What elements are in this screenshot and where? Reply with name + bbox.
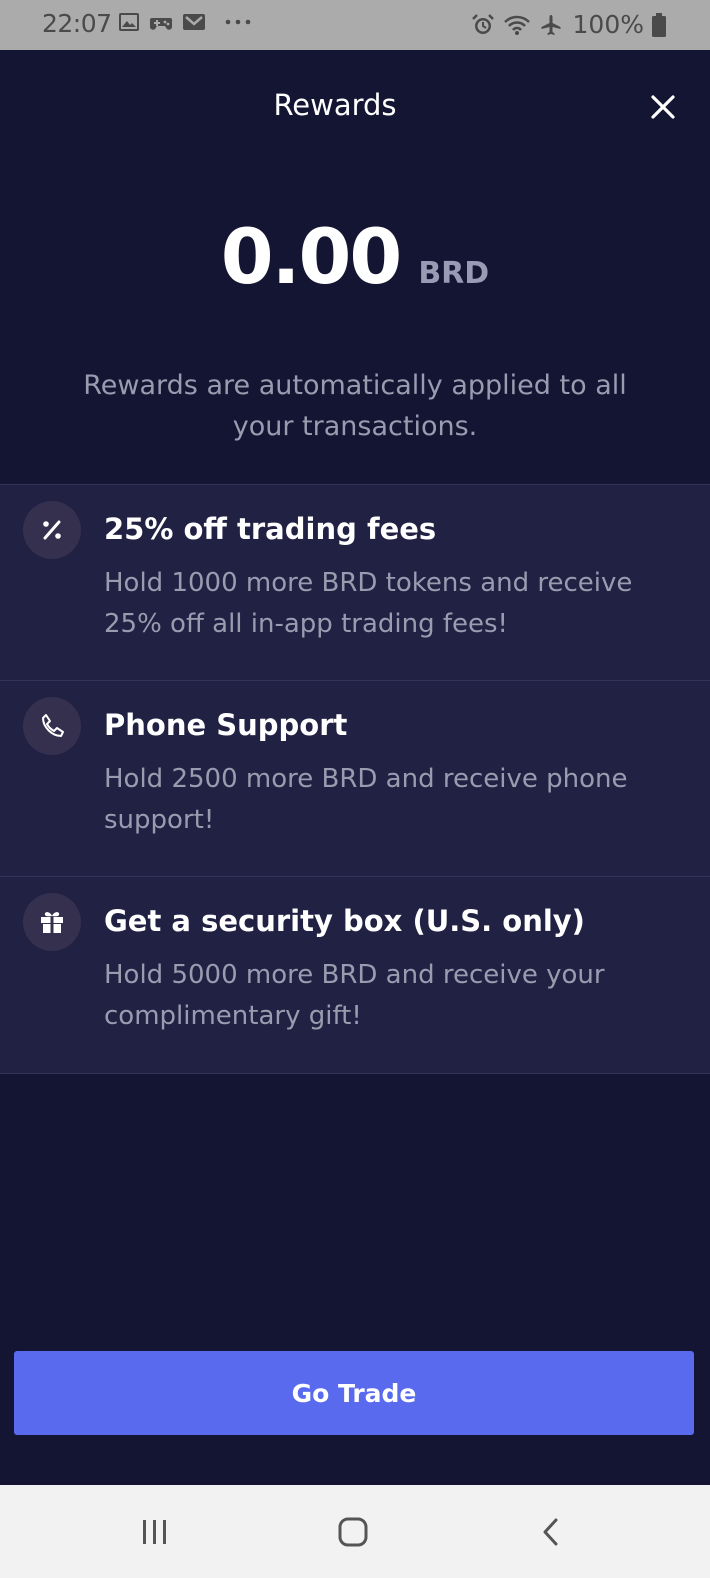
game-icon	[150, 18, 172, 30]
gmail-icon	[183, 14, 205, 30]
status-time: 22:07	[42, 9, 112, 38]
balance-currency: BRD	[418, 256, 490, 291]
go-trade-button[interactable]: Go Trade	[14, 1351, 694, 1435]
notification-icons	[118, 11, 253, 33]
reward-title: Phone Support	[104, 708, 348, 742]
reward-description: Hold 5000 more BRD and receive your comp…	[104, 960, 605, 1031]
close-icon	[651, 95, 675, 119]
wifi-icon	[503, 15, 530, 35]
reward-item-phone-support: Phone Support Hold 2500 more BRD and rec…	[0, 680, 710, 876]
balance-description: Rewards are automatically applied to all…	[83, 370, 627, 442]
battery-icon	[652, 12, 666, 37]
home-icon	[338, 1517, 368, 1547]
back-icon	[543, 1518, 558, 1546]
rewards-screen: 22:07 100% Rewards 0.00 BRD Rewards are …	[0, 0, 710, 1578]
reward-description: Hold 2500 more BRD and receive phone sup…	[104, 764, 628, 835]
reward-title: Get a security box (U.S. only)	[104, 904, 585, 938]
gift-icon	[41, 912, 63, 933]
recent-apps-icon	[143, 1520, 166, 1544]
back-button[interactable]	[526, 1507, 576, 1557]
status-bar: 22:07 100%	[0, 0, 710, 50]
rewards-list: 25% off trading fees Hold 1000 more BRD …	[0, 484, 710, 1074]
alarm-icon	[471, 13, 494, 34]
close-button[interactable]	[648, 92, 678, 122]
system-icons: 100%	[471, 10, 666, 39]
reward-icon-container	[23, 697, 81, 755]
recent-apps-button[interactable]	[130, 1507, 180, 1557]
image-icon	[119, 13, 139, 31]
reward-icon-container	[23, 501, 81, 559]
phone-icon	[42, 714, 64, 737]
reward-icon-container	[23, 893, 81, 951]
balance-amount: 0.00	[220, 212, 403, 301]
percent-icon	[43, 520, 61, 540]
battery-percentage: 100%	[572, 10, 644, 39]
reward-item-security-box: Get a security box (U.S. only) Hold 5000…	[0, 876, 710, 1074]
home-button[interactable]	[328, 1507, 378, 1557]
reward-item-trading-fees: 25% off trading fees Hold 1000 more BRD …	[0, 484, 710, 680]
navigation-bar	[0, 1485, 710, 1578]
airplane-icon	[541, 14, 561, 35]
reward-title: 25% off trading fees	[104, 512, 437, 546]
reward-balance: 0.00 BRD	[0, 212, 710, 301]
more-dots-icon	[225, 19, 251, 25]
reward-description: Hold 1000 more BRD tokens and receive 25…	[104, 568, 633, 639]
page-title: Rewards	[273, 88, 397, 122]
